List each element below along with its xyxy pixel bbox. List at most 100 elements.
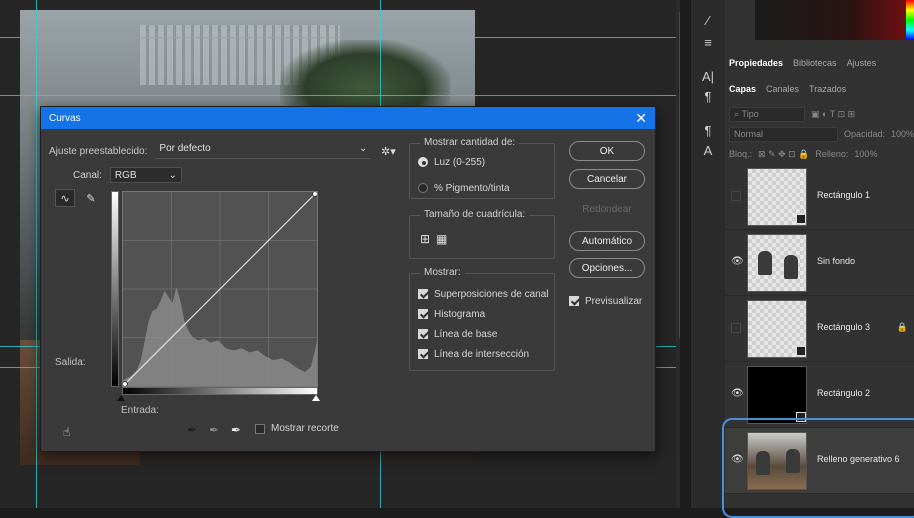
- tab-paths[interactable]: Trazados: [809, 84, 846, 94]
- chevron-down-icon: ⌄: [359, 143, 368, 154]
- histogram-checkbox[interactable]: [418, 309, 428, 319]
- grid-detailed-icon[interactable]: ▦: [436, 232, 447, 246]
- preset-value: Por defecto: [159, 143, 211, 154]
- layer-item[interactable]: Rectángulo 1: [725, 164, 914, 230]
- ok-button[interactable]: OK: [569, 141, 645, 161]
- layer-filter-select[interactable]: ⌕ Tipo: [729, 106, 805, 122]
- cancel-button[interactable]: Cancelar: [569, 169, 645, 189]
- selection-highlight: [722, 418, 914, 518]
- filter-icons[interactable]: ▣ ◐ T ⊡ ⊞: [811, 109, 855, 120]
- show-title: Mostrar:: [420, 267, 465, 278]
- histogram-option[interactable]: Histograma: [418, 304, 549, 324]
- layer-item[interactable]: 👁 Sin fondo: [725, 230, 914, 296]
- paragraph-icon[interactable]: ¶: [699, 88, 717, 106]
- close-icon[interactable]: ✕: [635, 111, 647, 125]
- target-adjust-icon[interactable]: ☝: [63, 425, 70, 439]
- curves-dialog: Curvas ✕ Ajuste preestablecido: Por defe…: [40, 106, 656, 452]
- preset-label: Ajuste preestablecido:: [49, 145, 148, 157]
- blend-mode-value: Normal: [734, 129, 764, 139]
- show-group: Mostrar: Superposiciones de canal Histog…: [409, 267, 555, 371]
- lock-icons[interactable]: ⊠ ✎ ✥ ⊡ 🔒: [758, 149, 809, 160]
- white-point-slider[interactable]: [312, 395, 320, 401]
- pencil-icon[interactable]: ✎: [81, 189, 101, 207]
- blend-mode-select[interactable]: Normal: [729, 126, 838, 142]
- lock-icon: 🔒: [896, 322, 908, 332]
- black-point-slider[interactable]: [117, 395, 125, 401]
- lock-label: Bloq.:: [729, 149, 753, 159]
- vertical-scrollbar[interactable]: [676, 0, 680, 508]
- panel-tool-strip: ⁄ ≡ A| ¶ ¶ A: [690, 0, 725, 508]
- light-option[interactable]: Luz (0-255): [418, 152, 510, 172]
- channel-overlays-checkbox[interactable]: [418, 289, 428, 299]
- tab-properties[interactable]: Propiedades: [729, 58, 783, 68]
- visibility-toggle[interactable]: [731, 323, 741, 333]
- channel-row: Canal: RGB ⌄: [73, 167, 182, 183]
- preset-select[interactable]: Por defecto ⌄: [155, 143, 372, 159]
- brush-settings-icon[interactable]: ⁄: [699, 12, 717, 30]
- eye-icon[interactable]: 👁: [731, 257, 744, 267]
- adjust-sliders-icon[interactable]: ≡: [699, 34, 717, 52]
- black-eyedropper-icon[interactable]: ✒: [187, 423, 197, 437]
- curve-tools: ∿ ✎: [55, 189, 101, 207]
- intersection-label: Línea de intersección: [434, 348, 530, 360]
- light-radio[interactable]: [418, 157, 428, 167]
- curve-points-icon[interactable]: ∿: [55, 189, 75, 207]
- layer-thumbnail: [747, 366, 807, 424]
- baseline-option[interactable]: Línea de base: [418, 324, 549, 344]
- gray-eyedropper-icon[interactable]: ✒: [209, 423, 219, 437]
- paragraph-style-icon[interactable]: ¶: [699, 122, 717, 140]
- tab-libraries[interactable]: Bibliotecas: [793, 58, 837, 68]
- show-clipping-checkbox[interactable]: [255, 423, 265, 434]
- guide-horizontal: [0, 95, 680, 96]
- hue-spectrum[interactable]: [906, 0, 914, 40]
- output-label: Salida:: [55, 357, 86, 368]
- gear-icon[interactable]: ✲▾: [381, 145, 396, 158]
- channel-select[interactable]: RGB ⌄: [109, 167, 182, 183]
- auto-button[interactable]: Automático: [569, 231, 645, 251]
- layer-name: Rectángulo 2: [817, 388, 871, 398]
- dialog-titlebar[interactable]: Curvas ✕: [41, 107, 655, 129]
- layer-item[interactable]: Rectángulo 3 🔒: [725, 296, 914, 362]
- layer-name: Rectángulo 3: [817, 322, 871, 332]
- grid-simple-icon[interactable]: ⊞: [420, 232, 430, 246]
- dialog-title: Curvas: [49, 112, 81, 124]
- layer-thumbnail: [747, 168, 807, 226]
- curve-point-black: [123, 381, 128, 386]
- smart-object-icon: [796, 346, 806, 356]
- preset-row: Ajuste preestablecido: Por defecto ⌄: [49, 143, 372, 159]
- intersection-checkbox[interactable]: [418, 349, 428, 359]
- layer-thumbnail: [747, 300, 807, 358]
- tab-channels[interactable]: Canales: [766, 84, 799, 94]
- options-button[interactable]: Opciones...: [569, 258, 645, 278]
- pigment-option[interactable]: % Pigmento/tinta: [418, 178, 510, 198]
- channel-overlays-option[interactable]: Superposiciones de canal: [418, 284, 549, 304]
- opacity-value[interactable]: 100%: [891, 129, 914, 139]
- color-picker[interactable]: [755, 0, 914, 40]
- character-style-icon[interactable]: A: [699, 142, 717, 160]
- intersection-option[interactable]: Línea de intersección: [418, 344, 549, 364]
- show-amount-group: Mostrar cantidad de: Luz (0-255) % Pigme…: [409, 137, 555, 199]
- baseline-checkbox[interactable]: [418, 329, 428, 339]
- preview-option[interactable]: Previsualizar: [569, 291, 642, 311]
- curves-graph[interactable]: [122, 191, 318, 387]
- thumb-figure: [784, 255, 798, 279]
- visibility-toggle[interactable]: [731, 191, 741, 201]
- tab-layers[interactable]: Capas: [729, 84, 756, 94]
- properties-tabs: Propiedades Bibliotecas Ajustes: [725, 52, 914, 74]
- grid-size-group: Tamaño de cuadrícula: ⊞ ▦: [409, 209, 555, 259]
- character-icon[interactable]: A|: [699, 68, 717, 86]
- fill-value[interactable]: 100%: [854, 149, 877, 159]
- histogram-label: Histograma: [434, 308, 486, 320]
- show-amount-title: Mostrar cantidad de:: [420, 137, 520, 148]
- pigment-radio[interactable]: [418, 183, 428, 193]
- scrollbar-thumb[interactable]: [679, 10, 680, 340]
- eye-icon[interactable]: 👁: [731, 389, 744, 399]
- channel-label: Canal:: [73, 169, 102, 181]
- show-clipping-row[interactable]: Mostrar recorte: [255, 423, 339, 434]
- output-gradient-bar: [111, 191, 119, 387]
- tab-adjustments[interactable]: Ajustes: [847, 58, 877, 68]
- preview-checkbox[interactable]: [569, 296, 579, 306]
- opacity-label: Opacidad:: [843, 129, 885, 139]
- white-eyedropper-icon[interactable]: ✒: [231, 423, 241, 437]
- smart-object-icon: [796, 214, 806, 224]
